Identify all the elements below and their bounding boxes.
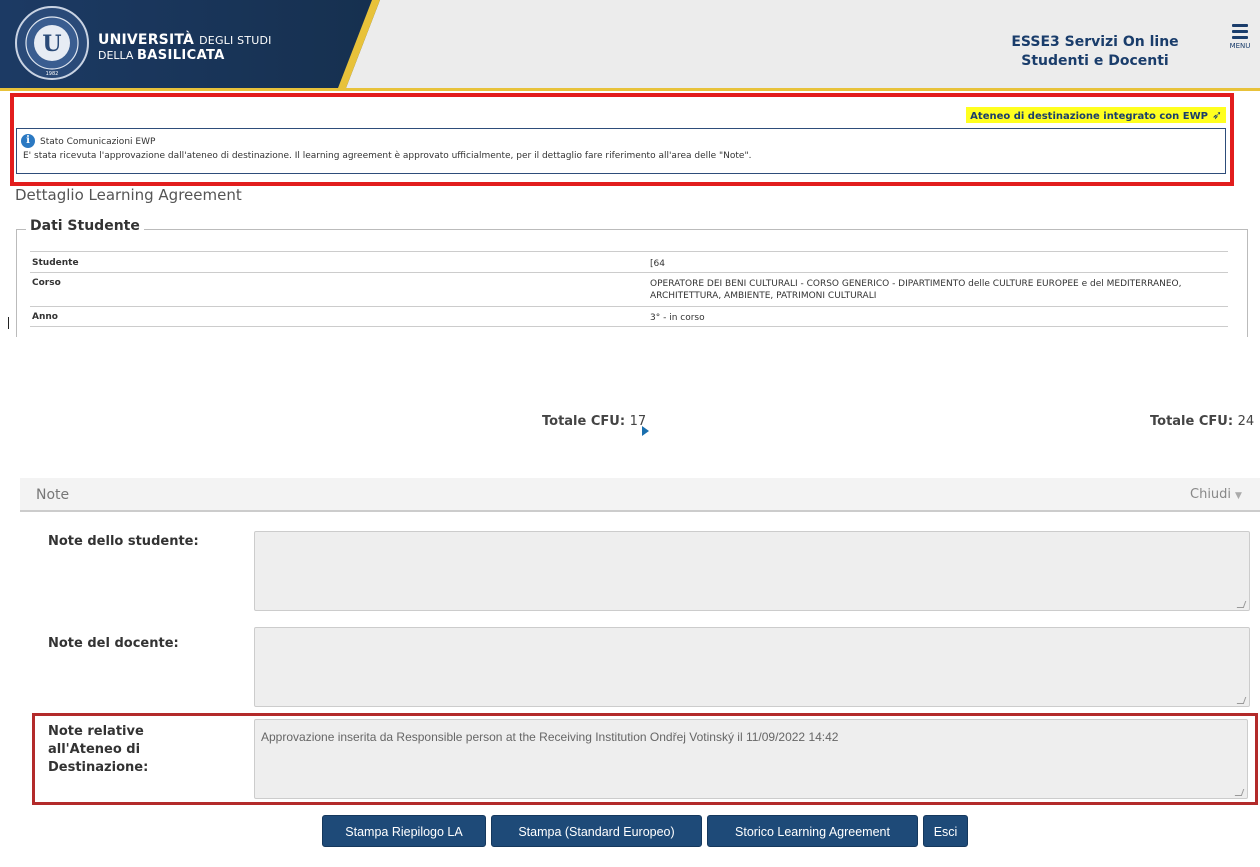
university-name-della: DELLA	[98, 49, 134, 62]
ewp-integration-tag: Ateneo di destinazione integrato con EWP…	[966, 107, 1226, 123]
svg-text:1982: 1982	[46, 71, 59, 77]
service-title-line1: ESSE3 Servizi On line	[1011, 34, 1179, 50]
note-docente-label: Note del docente:	[48, 636, 179, 651]
note-studente-textarea[interactable]	[254, 531, 1250, 611]
university-name-basilicata: BASILICATA	[136, 48, 225, 63]
menu-button[interactable]: MENU	[1228, 24, 1252, 58]
corso-value: OPERATORE DEI BENI CULTURALI - CORSO GEN…	[650, 278, 1182, 302]
ewp-info-text: E' stata ricevuta l'approvazione dall'at…	[23, 151, 752, 161]
ewp-tag-text: Ateneo di destinazione integrato con EWP	[970, 111, 1208, 122]
service-title: ESSE3 Servizi On line Studenti e Docenti	[1005, 33, 1185, 71]
dati-studente-legend: Dati Studente	[26, 218, 144, 234]
esci-button[interactable]: Esci	[923, 815, 968, 847]
totale-cfu-right-value: 24	[1237, 414, 1255, 429]
stampa-riepilogo-button[interactable]: Stampa Riepilogo LA	[322, 815, 486, 847]
play-arrow-icon[interactable]	[642, 426, 649, 436]
table-divider	[30, 251, 1228, 252]
dest-label-line2: all'Ateneo di	[48, 742, 141, 757]
university-name-line1: UNIVERSITÀ DEGLI STUDI	[98, 32, 272, 48]
university-name-bold: UNIVERSITÀ	[98, 32, 195, 48]
storico-learning-agreement-button[interactable]: Storico Learning Agreement	[707, 815, 918, 847]
university-name-light: DEGLI STUDI	[199, 34, 272, 47]
dest-label-line3: Destinazione:	[48, 760, 149, 775]
table-divider	[30, 326, 1228, 327]
table-divider	[30, 272, 1228, 273]
page-title: Dettaglio Learning Agreement	[15, 186, 242, 204]
note-studente-label: Note dello studente:	[48, 534, 199, 549]
svg-text:U: U	[42, 31, 61, 57]
note-ateneo-destinazione-textarea[interactable]: Approvazione inserita da Responsible per…	[254, 719, 1248, 799]
note-ateneo-destinazione-label: Note relative all'Ateneo di Destinazione…	[48, 723, 148, 777]
hamburger-icon	[1228, 24, 1252, 39]
corso-value-line2: ARCHITETTURA, AMBIENTE, PATRIMONI CULTUR…	[650, 291, 877, 301]
totale-cfu-right-label: Totale CFU:	[1150, 414, 1234, 429]
service-title-line2: Studenti e Docenti	[1021, 53, 1169, 69]
paper-plane-icon: ➶	[1211, 108, 1222, 122]
chiudi-toggle[interactable]: Chiudi ▼	[1190, 487, 1242, 502]
menu-label: MENU	[1229, 42, 1251, 50]
university-seal-icon: U 1982	[15, 6, 89, 80]
totale-cfu-right: Totale CFU: 24	[1150, 414, 1254, 429]
studente-value: [64	[650, 259, 665, 269]
studente-label: Studente	[32, 258, 79, 268]
dest-label-line1: Note relative	[48, 724, 144, 739]
crop-edge-mark	[8, 317, 9, 329]
university-name-line2: DELLA BASILICATA	[98, 48, 225, 63]
chiudi-label: Chiudi	[1190, 487, 1232, 502]
stampa-standard-europeo-button[interactable]: Stampa (Standard Europeo)	[491, 815, 702, 847]
note-section-header	[20, 478, 1260, 512]
table-divider	[30, 306, 1228, 307]
corso-label: Corso	[32, 278, 61, 288]
info-icon: i	[21, 134, 35, 148]
totale-cfu-left: Totale CFU: 17	[542, 414, 646, 429]
anno-label: Anno	[32, 312, 58, 322]
ewp-info-title: Stato Comunicazioni EWP	[40, 137, 156, 147]
note-docente-textarea[interactable]	[254, 627, 1250, 707]
caret-down-icon: ▼	[1235, 491, 1242, 501]
totale-cfu-left-label: Totale CFU:	[542, 414, 626, 429]
corso-value-line1: OPERATORE DEI BENI CULTURALI - CORSO GEN…	[650, 279, 1182, 289]
anno-value: 3° - in corso	[650, 313, 705, 323]
note-section-title: Note	[36, 487, 70, 503]
